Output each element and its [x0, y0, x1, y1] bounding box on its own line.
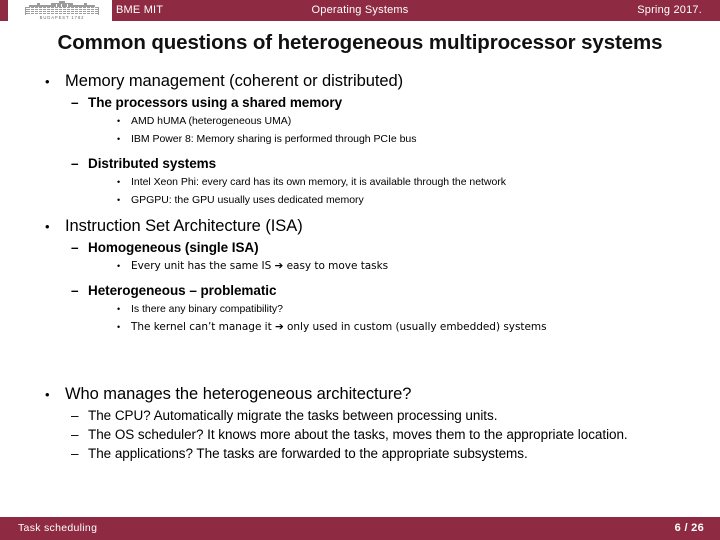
slide-header: BUDAPEST 1782 BME MIT Operating Systems … [0, 0, 720, 21]
slide-footer: Task scheduling 6 / 26 [0, 517, 720, 540]
bullet-text: Homogeneous (single ISA) [88, 240, 259, 255]
bullet-text: The processors using a shared memory [88, 95, 343, 110]
bullet-level3: • AMD hUMA (heterogeneous UMA) [0, 112, 720, 130]
bullet-text: IBM Power 8: Memory sharing is performed… [131, 133, 417, 145]
bullet-marker: • [117, 116, 121, 126]
bullet-text: Every unit has the same IS ➔ easy to mov… [131, 260, 389, 272]
page-title: Common questions of heterogeneous multip… [57, 31, 663, 54]
slide: BUDAPEST 1782 BME MIT Operating Systems … [0, 0, 720, 540]
header-course-label: Operating Systems [311, 4, 409, 16]
bullet-level1: • Instruction Set Architecture (ISA) [0, 215, 720, 238]
bullet-level2: – The CPU? Automatically migrate the tas… [0, 406, 720, 425]
bullet-marker: – [71, 156, 79, 171]
bullet-level3: • GPGPU: the GPU usually uses dedicated … [0, 191, 720, 209]
bullet-marker: – [71, 408, 79, 423]
bullet-level2: – Distributed systems [0, 154, 720, 173]
bullet-marker: – [71, 283, 79, 298]
bullet-level1: • Who manages the heterogeneous architec… [0, 383, 720, 406]
bullet-marker: • [117, 261, 121, 271]
bullet-level2: – The OS scheduler? It knows more about … [0, 425, 720, 444]
slide-body: • Memory management (coherent or distrib… [0, 70, 720, 510]
bullet-marker: • [45, 219, 50, 234]
bullet-level1: • Memory management (coherent or distrib… [0, 70, 720, 93]
bullet-level2: – The applications? The tasks are forwar… [0, 444, 720, 463]
header-term-label: Spring 2017. [637, 4, 702, 16]
bullet-text: Instruction Set Architecture (ISA) [65, 217, 303, 235]
bullet-marker: • [45, 74, 50, 89]
bullet-marker: • [117, 195, 121, 205]
bullet-text: The CPU? Automatically migrate the tasks… [88, 408, 498, 423]
bullet-text: The OS scheduler? It knows more about th… [88, 427, 628, 442]
bullet-level2: – Homogeneous (single ISA) [0, 238, 720, 257]
bullet-text: Distributed systems [88, 156, 217, 171]
bullet-marker: • [117, 322, 121, 332]
bullet-marker: • [117, 304, 121, 314]
bullet-text: The kernel can’t manage it ➔ only used i… [131, 321, 547, 333]
bullet-text: Is there any binary compatibility? [131, 303, 283, 315]
bullet-text: Who manages the heterogeneous architectu… [65, 385, 412, 403]
bullet-level2: – The processors using a shared memory [0, 93, 720, 112]
bullet-marker: – [71, 427, 79, 442]
bullet-level3: • Every unit has the same IS ➔ easy to m… [0, 257, 720, 275]
bullet-marker: • [117, 134, 121, 144]
bullet-text: GPGPU: the GPU usually uses dedicated me… [131, 194, 364, 206]
bullet-marker: • [45, 387, 50, 402]
bullet-marker: – [71, 95, 79, 110]
bullet-marker: – [71, 240, 79, 255]
bullet-text: Heterogeneous – problematic [88, 283, 277, 298]
bullet-marker: – [71, 446, 79, 461]
bullet-text: Intel Xeon Phi: every card has its own m… [131, 176, 506, 188]
bullet-level3: • IBM Power 8: Memory sharing is perform… [0, 130, 720, 148]
bullet-marker: • [117, 177, 121, 187]
bullet-level3: • The kernel can’t manage it ➔ only used… [0, 318, 720, 336]
bullet-text: The applications? The tasks are forwarde… [88, 446, 528, 461]
footer-page-number: 6 / 26 [674, 522, 704, 534]
bullet-level2: – Heterogeneous – problematic [0, 281, 720, 300]
bullet-level3: • Intel Xeon Phi: every card has its own… [0, 173, 720, 191]
footer-topic-label: Task scheduling [18, 522, 98, 534]
bullet-level3: • Is there any binary compatibility? [0, 300, 720, 318]
bullet-text: AMD hUMA (heterogeneous UMA) [131, 115, 292, 127]
bullet-text: Memory management (coherent or distribut… [65, 72, 404, 90]
